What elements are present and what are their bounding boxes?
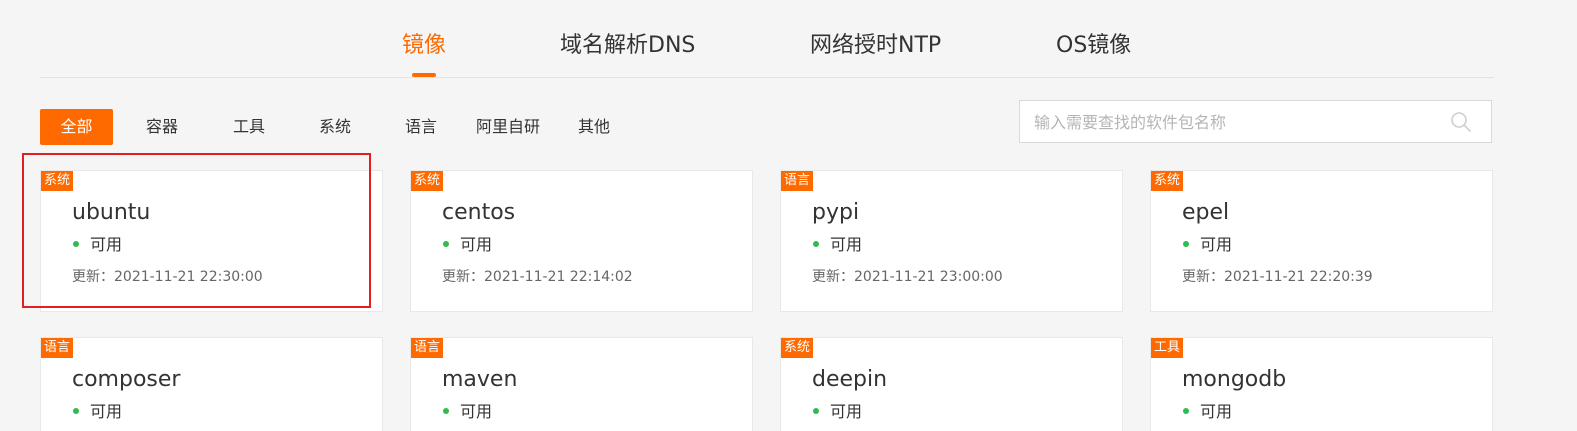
status-text: 可用 [1200,402,1233,421]
filter-all[interactable]: 全部 [40,109,113,145]
status-row: 可用 [1182,234,1232,256]
mirror-name[interactable]: mongodb [1182,365,1286,395]
filter-other[interactable]: 其他 [564,109,624,145]
category-badge: 系统 [781,338,814,358]
tab-dns[interactable]: 域名解析DNS [560,30,695,62]
status-dot-icon [813,408,819,414]
status-text: 可用 [460,402,493,421]
tab-mirrors[interactable]: 镜像 [402,30,446,62]
status-row: 可用 [72,401,122,423]
status-text: 可用 [90,235,123,254]
status-dot-icon [443,408,449,414]
status-text: 可用 [1200,235,1233,254]
status-dot-icon [813,241,819,247]
mirror-name[interactable]: deepin [812,365,887,395]
category-badge: 语言 [411,338,444,358]
mirror-name[interactable]: centos [442,198,515,228]
status-row: 可用 [442,401,492,423]
status-text: 可用 [460,235,493,254]
status-dot-icon [1183,241,1189,247]
mirror-name[interactable]: pypi [812,198,859,228]
tab-ntp[interactable]: 网络授时NTP [810,30,941,62]
category-badge: 工具 [1151,338,1184,358]
mirror-name[interactable]: composer [72,365,180,395]
mirror-card-mongodb[interactable]: 工具 mongodb 可用 [1150,337,1493,431]
status-text: 可用 [830,235,863,254]
updated-time: 更新：2021-11-21 22:20:39 [1182,269,1373,285]
updated-time: 更新：2021-11-21 23:00:00 [812,269,1003,285]
status-dot-icon [73,408,79,414]
mirror-name[interactable]: ubuntu [72,198,150,228]
mirror-card-deepin[interactable]: 系统 deepin 可用 [780,337,1123,431]
status-text: 可用 [90,402,123,421]
search-input[interactable] [1032,101,1436,144]
mirror-card-composer[interactable]: 语言 composer 可用 [40,337,383,431]
status-dot-icon [1183,408,1189,414]
updated-time: 更新：2021-11-21 22:30:00 [72,269,263,285]
status-row: 可用 [442,234,492,256]
filter-tools[interactable]: 工具 [218,109,280,145]
search-icon[interactable] [1450,111,1472,133]
status-row: 可用 [72,234,122,256]
filter-language[interactable]: 语言 [390,109,452,145]
category-badge: 系统 [1151,171,1184,191]
top-tab-bar: 镜像 域名解析DNS 网络授时NTP OS镜像 [0,0,1577,78]
status-text: 可用 [830,402,863,421]
status-row: 可用 [812,234,862,256]
mirror-card-maven[interactable]: 语言 maven 可用 [410,337,753,431]
tab-os-mirrors[interactable]: OS镜像 [1056,30,1131,62]
category-badge: 系统 [41,171,74,191]
category-badge: 语言 [41,338,74,358]
mirror-card-ubuntu[interactable]: 系统 ubuntu 可用 更新：2021-11-21 22:30:00 [40,170,383,312]
filter-container[interactable]: 容器 [131,109,193,145]
status-row: 可用 [812,401,862,423]
status-dot-icon [73,241,79,247]
status-dot-icon [443,241,449,247]
mirror-card-pypi[interactable]: 语言 pypi 可用 更新：2021-11-21 23:00:00 [780,170,1123,312]
mirror-name[interactable]: epel [1182,198,1229,228]
status-row: 可用 [1182,401,1232,423]
mirror-card-centos[interactable]: 系统 centos 可用 更新：2021-11-21 22:14:02 [410,170,753,312]
updated-time: 更新：2021-11-21 22:14:02 [442,269,633,285]
tabs-divider [40,77,1494,78]
mirror-card-epel[interactable]: 系统 epel 可用 更新：2021-11-21 22:20:39 [1150,170,1493,312]
filter-alibaba-developed[interactable]: 阿里自研 [468,109,548,145]
category-badge: 系统 [411,171,444,191]
filter-system[interactable]: 系统 [304,109,366,145]
search-box [1019,100,1492,144]
mirror-name[interactable]: maven [442,365,517,395]
category-badge: 语言 [781,171,814,191]
